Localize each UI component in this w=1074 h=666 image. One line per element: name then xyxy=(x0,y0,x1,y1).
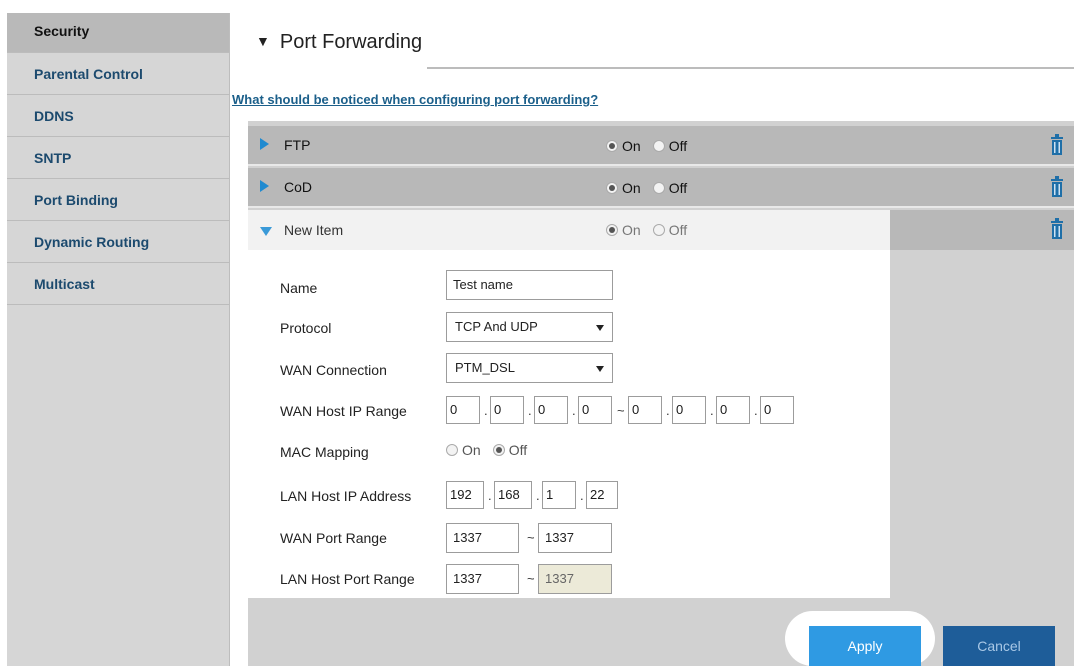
new-item-panel: New Item On Off Name Test name Protocol … xyxy=(248,210,890,598)
collapse-triangle-icon: ▼ xyxy=(256,33,270,49)
radio-on-label: On xyxy=(622,138,641,154)
wan-port-start-input[interactable]: 1337 xyxy=(446,523,519,553)
mac-radio-off[interactable] xyxy=(492,444,505,456)
wan-ip-end-octet-3[interactable]: 0 xyxy=(716,396,750,424)
mac-radio-on-label: On xyxy=(462,442,481,458)
range-separator: ~ xyxy=(527,571,535,586)
sidebar-item-ddns[interactable]: DDNS xyxy=(7,95,229,137)
ip-dot: . xyxy=(488,488,492,503)
ip-dot: . xyxy=(754,403,758,418)
chevron-down-icon xyxy=(596,325,604,331)
radio-off[interactable] xyxy=(652,140,665,152)
wan-ip-start-octet-1[interactable]: 0 xyxy=(446,396,480,424)
help-link[interactable]: What should be noticed when configuring … xyxy=(232,92,598,107)
expand-arrow-icon[interactable] xyxy=(260,180,269,192)
page-title: ▼ Port Forwarding xyxy=(256,31,422,54)
protocol-select-value: TCP And UDP xyxy=(455,319,538,334)
ip-dot: . xyxy=(580,488,584,503)
radio-on-label: On xyxy=(622,222,641,238)
name-label: Name xyxy=(280,280,318,296)
wan-ip-end-octet-1[interactable]: 0 xyxy=(628,396,662,424)
lan-port-start-input[interactable]: 1337 xyxy=(446,564,519,594)
lan-port-end-input: 1337 xyxy=(538,564,612,594)
rule-state-radios: On Off xyxy=(606,222,699,238)
wan-port-end-input[interactable]: 1337 xyxy=(538,523,612,553)
new-item-row-extension xyxy=(890,210,1074,250)
trash-icon[interactable] xyxy=(1050,134,1064,156)
cancel-button[interactable]: Cancel xyxy=(943,626,1055,666)
radio-on-label: On xyxy=(622,180,641,196)
radio-on[interactable] xyxy=(606,182,618,194)
expand-arrow-icon[interactable] xyxy=(260,138,269,150)
sidebar-item-multicast[interactable]: Multicast xyxy=(7,263,229,305)
wan-ip-start-octet-2[interactable]: 0 xyxy=(490,396,524,424)
radio-on[interactable] xyxy=(606,224,618,236)
rule-name: FTP xyxy=(284,137,311,153)
wan-connection-select-value: PTM_DSL xyxy=(455,360,515,375)
wan-ip-end-octet-2[interactable]: 0 xyxy=(672,396,706,424)
radio-off-label: Off xyxy=(668,180,688,196)
rule-state-radios: On Off xyxy=(606,138,699,154)
radio-off-label: Off xyxy=(668,138,688,154)
range-separator: ~ xyxy=(617,403,625,418)
name-input[interactable]: Test name xyxy=(446,270,613,300)
sidebar-item-security[interactable]: Security xyxy=(7,13,229,53)
page-title-box: ▼ Port Forwarding xyxy=(234,13,427,68)
wan-port-range-label: WAN Port Range xyxy=(280,530,387,546)
apply-button[interactable]: Apply xyxy=(809,626,921,666)
rule-row-cod[interactable]: CoD On Off xyxy=(248,168,1074,208)
mac-radio-on[interactable] xyxy=(446,444,458,456)
sidebar-item-port-binding[interactable]: Port Binding xyxy=(7,179,229,221)
ip-dot: . xyxy=(666,403,670,418)
ip-dot: . xyxy=(484,403,488,418)
lan-host-port-range-label: LAN Host Port Range xyxy=(280,571,415,587)
mac-mapping-label: MAC Mapping xyxy=(280,444,369,460)
wan-connection-select[interactable]: PTM_DSL xyxy=(446,353,613,383)
lan-host-ip-label: LAN Host IP Address xyxy=(280,488,412,504)
ip-dot: . xyxy=(536,488,540,503)
radio-on[interactable] xyxy=(606,140,618,152)
collapse-arrow-icon[interactable] xyxy=(260,227,272,236)
ip-dot: . xyxy=(710,403,714,418)
title-divider xyxy=(427,67,1074,69)
rule-name: CoD xyxy=(284,179,313,195)
chevron-down-icon xyxy=(596,366,604,372)
wan-connection-label: WAN Connection xyxy=(280,362,387,378)
main-content: ▼ Port Forwarding What should be noticed … xyxy=(230,13,1074,666)
lan-ip-octet-2[interactable]: 168 xyxy=(494,481,532,509)
radio-off[interactable] xyxy=(652,224,665,236)
sidebar-item-parental-control[interactable]: Parental Control xyxy=(7,53,229,95)
sidebar: Security Parental Control DDNS SNTP Port… xyxy=(7,13,230,666)
new-item-row[interactable]: New Item On Off xyxy=(248,210,890,250)
radio-off-label: Off xyxy=(668,222,688,238)
mac-mapping-radios: On Off xyxy=(446,442,539,458)
wan-ip-start-octet-3[interactable]: 0 xyxy=(534,396,568,424)
page-title-label: Port Forwarding xyxy=(279,31,423,53)
ip-dot: . xyxy=(572,403,576,418)
range-separator: ~ xyxy=(527,530,535,545)
protocol-select[interactable]: TCP And UDP xyxy=(446,312,613,342)
rule-state-radios: On Off xyxy=(606,180,699,196)
protocol-label: Protocol xyxy=(280,320,332,336)
trash-icon[interactable] xyxy=(1050,218,1064,240)
ip-dot: . xyxy=(528,403,532,418)
trash-icon[interactable] xyxy=(1050,176,1064,198)
lan-ip-octet-1[interactable]: 192 xyxy=(446,481,484,509)
rule-name: New Item xyxy=(284,222,344,238)
sidebar-item-dynamic-routing[interactable]: Dynamic Routing xyxy=(7,221,229,263)
sidebar-item-sntp[interactable]: SNTP xyxy=(7,137,229,179)
lan-ip-octet-3[interactable]: 1 xyxy=(542,481,576,509)
lan-ip-octet-4[interactable]: 22 xyxy=(586,481,618,509)
radio-off[interactable] xyxy=(652,182,665,194)
rule-row-ftp[interactable]: FTP On Off xyxy=(248,126,1074,166)
wan-ip-end-octet-4[interactable]: 0 xyxy=(760,396,794,424)
wan-host-ip-range-label: WAN Host IP Range xyxy=(280,403,407,419)
wan-ip-start-octet-4[interactable]: 0 xyxy=(578,396,612,424)
mac-radio-off-label: Off xyxy=(508,442,528,458)
